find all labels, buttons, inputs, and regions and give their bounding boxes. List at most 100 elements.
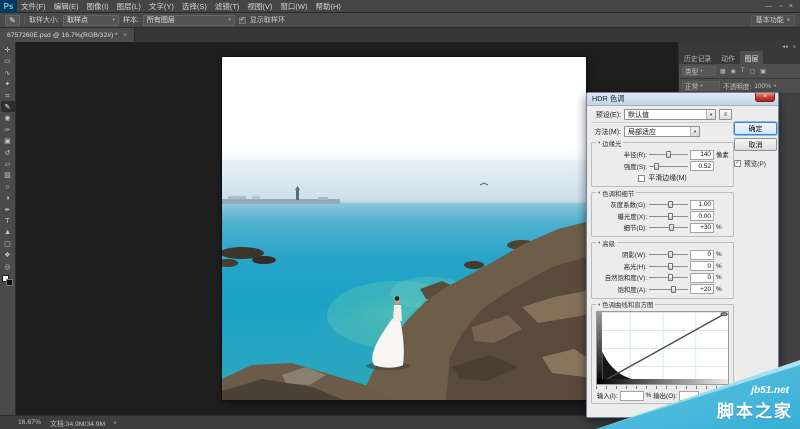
healing-brush-tool[interactable]: ◉: [1, 112, 15, 123]
cancel-button[interactable]: 取消: [734, 138, 777, 151]
crop-tool[interactable]: ⌗: [1, 90, 15, 101]
blur-tool[interactable]: ○: [1, 181, 15, 192]
show-sampling-ring-label: 显示取样环: [250, 15, 285, 25]
saturation-value[interactable]: +20: [690, 284, 714, 294]
radius-slider[interactable]: [649, 150, 688, 159]
gamma-value[interactable]: 1.00: [690, 200, 714, 210]
tab-actions[interactable]: 动作: [716, 51, 740, 64]
method-dropdown[interactable]: 局部适应 ▾: [624, 126, 700, 137]
filter-type-icon[interactable]: T: [740, 68, 746, 74]
gamma-slider[interactable]: [649, 200, 688, 209]
zoom-level[interactable]: 16.67%: [18, 419, 41, 426]
vibrance-unit: %: [716, 274, 730, 281]
ok-button[interactable]: 确定: [734, 122, 777, 135]
strength-value[interactable]: 0.52: [690, 161, 714, 171]
detail-slider[interactable]: [649, 223, 688, 232]
menu-file[interactable]: 文件(F): [17, 1, 50, 12]
strength-label: 强度(S):: [595, 162, 647, 171]
dodge-tool[interactable]: ◑: [1, 192, 15, 203]
highlight-value[interactable]: 0: [690, 261, 714, 271]
menu-filter[interactable]: 滤镜(T): [211, 1, 244, 12]
history-brush-tool[interactable]: ↺: [1, 147, 15, 158]
sample-dropdown[interactable]: 所有图层 ▾: [143, 15, 235, 26]
move-tool[interactable]: ✛: [1, 44, 15, 55]
menu-window[interactable]: 窗口(W): [276, 1, 311, 12]
menu-help[interactable]: 帮助(H): [312, 1, 345, 12]
photo-document[interactable]: [222, 57, 586, 400]
filter-adjustment-icon[interactable]: ◉: [730, 68, 737, 75]
detail-value[interactable]: +30: [690, 223, 714, 233]
group-label: 色调和细节: [602, 189, 634, 198]
workspace-switcher[interactable]: 基本功能 ≡: [751, 15, 795, 26]
color-swatches[interactable]: [2, 275, 13, 286]
filter-shape-icon[interactable]: ▢: [749, 68, 757, 75]
path-select-tool[interactable]: ▲: [1, 226, 15, 237]
minimize-button[interactable]: —: [765, 3, 772, 10]
marquee-tool[interactable]: ▭: [1, 55, 15, 66]
sample-size-dropdown[interactable]: 取样点 ▾: [63, 15, 119, 26]
smooth-edges-label: 平滑边缘(M): [648, 173, 687, 183]
eyedropper-tool-icon[interactable]: ✎: [5, 15, 20, 26]
close-tab-icon[interactable]: ×: [123, 32, 127, 39]
panel-menu-icon[interactable]: ≡: [793, 44, 796, 50]
brush-tool[interactable]: ✑: [1, 124, 15, 135]
quick-selection-tool[interactable]: ✦: [1, 78, 15, 89]
detail-slider-row: 细节(D): +30 %: [595, 223, 730, 233]
menu-view[interactable]: 视图(V): [243, 1, 276, 12]
edge-glow-title[interactable]: ▾ 边缘光: [596, 139, 623, 148]
advanced-title[interactable]: ▾ 高级: [596, 239, 617, 248]
exposure-slider[interactable]: [649, 212, 688, 221]
shadow-slider[interactable]: [649, 250, 688, 259]
filter-smartobject-icon[interactable]: ▣: [759, 68, 767, 75]
background-color[interactable]: [6, 279, 13, 286]
hand-tool[interactable]: ❖: [1, 249, 15, 260]
document-size-info: 文档:34.9M/34.9M: [50, 418, 105, 428]
toning-curve-title[interactable]: ▾ 色调曲线和直方图: [596, 300, 655, 309]
tone-detail-title[interactable]: ▾ 色调和细节: [596, 189, 636, 198]
blend-mode-dropdown[interactable]: 正常 ▾: [682, 81, 720, 91]
workspace-label: 基本功能: [756, 15, 784, 25]
clone-stamp-tool[interactable]: ▣: [1, 135, 15, 146]
pen-tool[interactable]: ✒: [1, 203, 15, 214]
preset-dropdown[interactable]: 默认值 ▾: [624, 109, 716, 120]
close-button[interactable]: ×: [789, 3, 793, 10]
menu-select[interactable]: 选择(S): [178, 1, 211, 12]
gradient-tool[interactable]: ▨: [1, 169, 15, 180]
highlight-slider[interactable]: [649, 262, 688, 271]
lasso-tool[interactable]: ∿: [1, 67, 15, 78]
type-tool[interactable]: T: [1, 215, 15, 226]
saturation-slider[interactable]: [649, 285, 688, 294]
vibrance-value[interactable]: 0: [690, 273, 714, 283]
dialog-close-button[interactable]: ×: [755, 93, 775, 102]
preview-row: ✓ 预览(P): [734, 158, 777, 168]
zoom-tool[interactable]: ◎: [1, 260, 15, 271]
menu-edit[interactable]: 编辑(E): [50, 1, 83, 12]
layer-filter-dropdown[interactable]: 类型 ▾: [682, 66, 716, 76]
menu-type[interactable]: 文字(Y): [145, 1, 178, 12]
eyedropper-tool[interactable]: ✎: [1, 101, 15, 112]
gamma-label: 灰度系数(G):: [595, 200, 647, 209]
smooth-edges-checkbox[interactable]: [638, 175, 645, 182]
eraser-tool[interactable]: ▱: [1, 158, 15, 169]
strength-slider[interactable]: [649, 162, 688, 171]
filter-pixel-icon[interactable]: ▦: [719, 68, 727, 75]
shadow-value[interactable]: 0: [690, 250, 714, 260]
shape-tool[interactable]: ▢: [1, 238, 15, 249]
tab-history[interactable]: 历史记录: [679, 51, 716, 64]
vibrance-slider[interactable]: [649, 273, 688, 282]
preset-options-button[interactable]: ≡: [719, 109, 732, 120]
dialog-title-bar[interactable]: HDR 色调 ×: [587, 93, 778, 106]
tab-layers[interactable]: 图层: [740, 51, 764, 64]
menu-image[interactable]: 图像(I): [83, 1, 113, 12]
preview-checkbox[interactable]: ✓: [734, 160, 741, 167]
restore-button[interactable]: ▫: [779, 3, 781, 10]
document-tab[interactable]: 6757260E.psd @ 16.7%(RGB/32#) * ×: [0, 28, 135, 42]
shadow-label: 阴影(W):: [595, 250, 647, 259]
collapse-panels-icon[interactable]: ◂◂: [782, 44, 788, 50]
show-sampling-ring-checkbox[interactable]: ✓: [239, 17, 246, 24]
opacity-value[interactable]: 100%: [754, 83, 771, 90]
exposure-value[interactable]: 0.00: [690, 211, 714, 221]
status-menu-icon[interactable]: ▸: [114, 420, 117, 426]
menu-layer[interactable]: 图层(L): [113, 1, 145, 12]
radius-value[interactable]: 140: [690, 150, 714, 160]
